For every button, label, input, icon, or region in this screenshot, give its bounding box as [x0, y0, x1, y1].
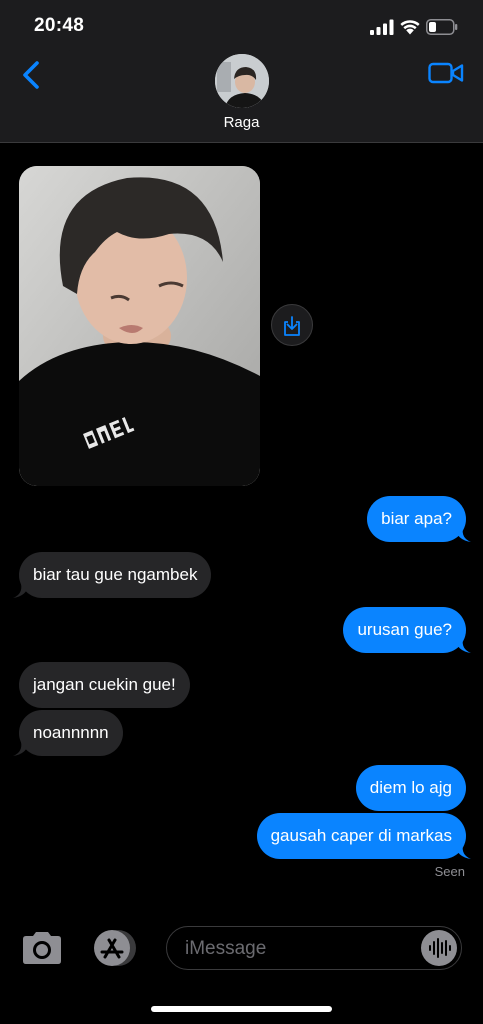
wifi-icon: [400, 20, 420, 35]
status-time: 20:48: [34, 15, 85, 36]
avatar-photo: [215, 54, 269, 108]
bubble-tail: [455, 528, 471, 542]
contact-avatar[interactable]: [215, 54, 269, 108]
home-indicator[interactable]: [151, 1006, 332, 1012]
read-receipt: Seen: [434, 864, 465, 879]
message-bubble-sent[interactable]: gausah caper di markas: [256, 813, 466, 859]
contact-name[interactable]: Raga: [0, 114, 483, 131]
bubble-tail: [13, 742, 29, 756]
photo-image: [19, 166, 260, 486]
waveform-icon: [429, 938, 451, 958]
camera-icon[interactable]: [20, 930, 64, 966]
message-bubble-sent[interactable]: biar apa?: [367, 496, 466, 542]
message-bubble-sent[interactable]: urusan gue?: [343, 607, 466, 653]
message-input: [166, 926, 462, 970]
bubble-tail: [13, 584, 29, 598]
bubble-tail: [455, 845, 471, 859]
download-icon: [284, 316, 300, 336]
status-bar: 20:48: [0, 0, 483, 50]
message-bubble-sent[interactable]: diem lo ajg: [355, 765, 466, 811]
battery-icon: [426, 19, 458, 35]
message-bubble-received[interactable]: noannnnn: [19, 710, 123, 756]
message-text-field[interactable]: [183, 927, 417, 970]
save-photo-button[interactable]: [271, 304, 313, 346]
message-bubble-received[interactable]: jangan cuekin gue!: [19, 662, 190, 708]
video-call-icon[interactable]: [428, 61, 464, 85]
bubble-tail: [455, 639, 471, 653]
app-store-icon[interactable]: [90, 929, 138, 967]
photo-attachment[interactable]: [19, 166, 260, 486]
audio-message-button[interactable]: [421, 930, 457, 966]
conversation-header: Raga: [0, 50, 483, 143]
cellular-signal-icon: [370, 19, 394, 35]
back-chevron-icon[interactable]: [18, 60, 46, 90]
message-bubble-received[interactable]: biar tau gue ngambek: [19, 552, 212, 598]
